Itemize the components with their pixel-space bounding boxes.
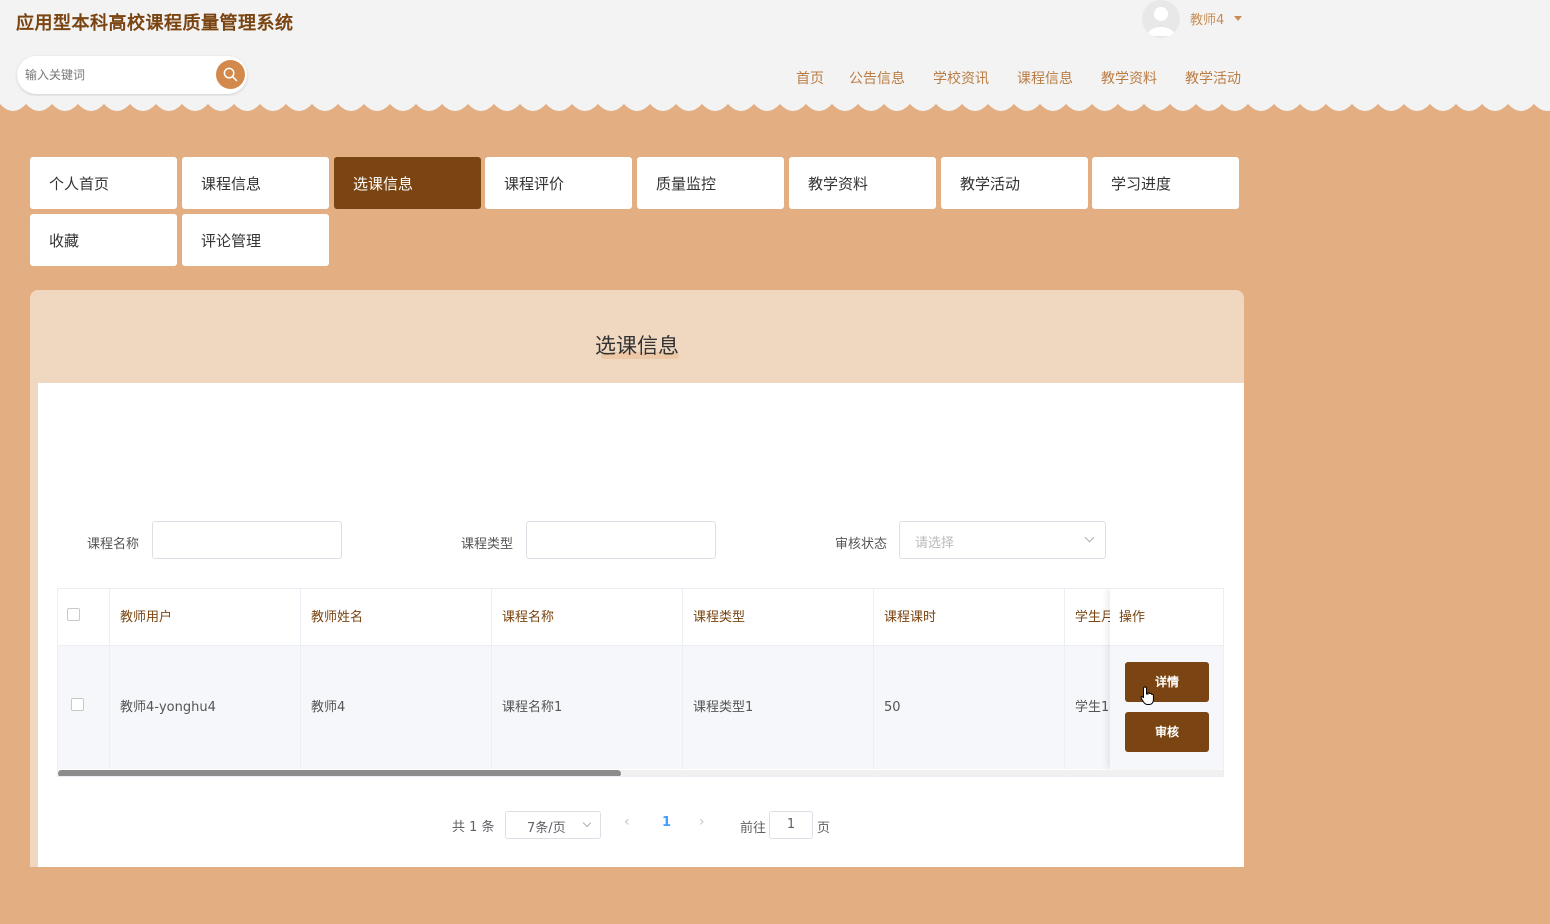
review-status-label: 审核状态: [835, 537, 888, 552]
pagination-total: 共 1 条: [452, 820, 495, 835]
current-page-number[interactable]: 1: [662, 815, 671, 830]
nav-teaching-materials[interactable]: 教学资料: [1101, 68, 1157, 88]
tab-teaching-materials[interactable]: 教学资料: [789, 157, 936, 209]
cell-course-name: 课程名称1: [492, 646, 683, 769]
review-button[interactable]: 审核: [1125, 712, 1209, 752]
search-button[interactable]: [216, 60, 245, 89]
content-panel: 选课信息 课程名称 课程类型 审核状态 请选择 查询 重置 教师用户 教师姓名 …: [30, 290, 1244, 867]
goto-page-input[interactable]: 1: [769, 811, 813, 839]
table-row[interactable]: 教师4-yonghu4 教师4 课程名称1 课程类型1 50 学生1-111: [58, 646, 1223, 769]
tab-learning-progress[interactable]: 学习进度: [1092, 157, 1239, 209]
search-icon: [223, 67, 238, 82]
tab-favorites[interactable]: 收藏: [30, 214, 177, 266]
horizontal-scrollbar-thumb[interactable]: [58, 770, 621, 776]
page-size-select[interactable]: 7条/页: [505, 811, 601, 839]
course-selection-table: 教师用户 教师姓名 课程名称 课程类型 课程课时 学生月 教师4-yonghu4…: [57, 588, 1224, 777]
row-checkbox-cell: [58, 646, 110, 769]
tab-personal-home[interactable]: 个人首页: [30, 157, 177, 209]
top-header: 应用型本科高校课程质量管理系统 教师4 首页 公告信息 学校资讯 课程信息 教学…: [0, 0, 1550, 104]
site-title: 应用型本科高校课程质量管理系统: [16, 13, 294, 34]
page-size-value: 7条/页: [527, 821, 566, 836]
operations-column: 操作 详情 审核: [1110, 589, 1223, 769]
nav-school-news[interactable]: 学校资讯: [933, 68, 989, 88]
cell-teacher-name: 教师4: [301, 646, 492, 769]
cell-course-hours: 50: [874, 646, 1065, 769]
header-wave-divider: [0, 96, 1550, 111]
page-title: 选课信息: [595, 334, 679, 358]
operations-cell: 详情 审核: [1110, 646, 1223, 769]
table-header-row: 教师用户 教师姓名 课程名称 课程类型 课程课时 学生月: [58, 589, 1223, 646]
review-status-placeholder: 请选择: [915, 536, 955, 551]
user-avatar-icon[interactable]: [1142, 0, 1180, 38]
search-box: [17, 56, 247, 94]
hand-pointer-cursor-icon: [1140, 686, 1154, 705]
cell-course-type: 课程类型1: [683, 646, 874, 769]
nav-teaching-activities[interactable]: 教学活动: [1185, 68, 1241, 88]
chevron-down-icon: [1084, 532, 1095, 543]
chevron-down-icon: [582, 818, 592, 828]
col-teacher-user[interactable]: 教师用户: [110, 589, 301, 645]
search-input[interactable]: [25, 64, 215, 86]
panel-body: 课程名称 课程类型 审核状态 请选择 查询 重置 教师用户 教师姓名 课程名称 …: [38, 383, 1244, 867]
goto-label: 前往: [740, 821, 767, 836]
tab-course-info[interactable]: 课程信息: [182, 157, 329, 209]
user-name[interactable]: 教师4: [1190, 9, 1224, 28]
header-checkbox-cell: [58, 589, 110, 645]
col-course-type[interactable]: 课程类型: [683, 589, 874, 645]
cell-teacher-user: 教师4-yonghu4: [110, 646, 301, 769]
course-type-input[interactable]: [526, 521, 716, 559]
tab-comment-management[interactable]: 评论管理: [182, 214, 329, 266]
course-type-label: 课程类型: [461, 537, 514, 552]
next-page-icon[interactable]: ›: [699, 814, 705, 830]
col-operations: 操作: [1110, 589, 1223, 646]
row-checkbox[interactable]: [71, 698, 84, 711]
col-teacher-name[interactable]: 教师姓名: [301, 589, 492, 645]
nav-announcements[interactable]: 公告信息: [849, 68, 905, 88]
tab-teaching-activities[interactable]: 教学活动: [941, 157, 1088, 209]
nav-home[interactable]: 首页: [796, 68, 824, 88]
tab-quality-monitoring[interactable]: 质量监控: [637, 157, 784, 209]
col-course-hours[interactable]: 课程课时: [874, 589, 1065, 645]
caret-down-icon[interactable]: [1234, 16, 1242, 21]
col-course-name[interactable]: 课程名称: [492, 589, 683, 645]
prev-page-icon[interactable]: ‹: [624, 814, 630, 830]
course-name-input[interactable]: [152, 521, 342, 559]
page-suffix: 页: [817, 821, 831, 836]
nav-course-info[interactable]: 课程信息: [1017, 68, 1073, 88]
course-name-label: 课程名称: [87, 537, 140, 552]
detail-button[interactable]: 详情: [1125, 662, 1209, 702]
select-all-checkbox[interactable]: [67, 608, 80, 621]
tab-course-evaluation[interactable]: 课程评价: [485, 157, 632, 209]
tab-course-selection[interactable]: 选课信息: [334, 157, 481, 209]
review-status-select[interactable]: 请选择: [899, 521, 1106, 559]
